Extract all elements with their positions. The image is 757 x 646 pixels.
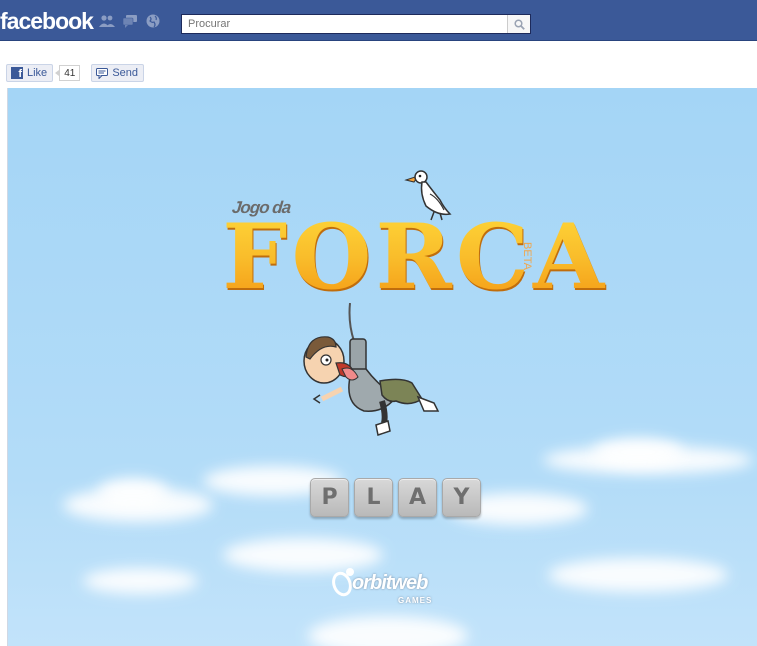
game-title: FORCA: [222, 204, 609, 310]
facebook-f-icon: f: [11, 67, 23, 80]
play-tile[interactable]: L: [354, 478, 393, 517]
send-label: Send: [112, 67, 139, 79]
like-count: 41: [59, 65, 81, 81]
send-button[interactable]: Send: [91, 64, 145, 82]
friend-requests-icon[interactable]: [99, 14, 115, 28]
play-tile[interactable]: P: [310, 478, 349, 517]
search-box: [181, 14, 531, 34]
search-icon: [513, 18, 525, 30]
studio-subtitle: GAMES: [398, 596, 433, 605]
orbitweb-games-logo[interactable]: orbitweb GAMES: [330, 566, 442, 610]
play-tile[interactable]: A: [398, 478, 437, 517]
studio-name: orbitweb: [352, 572, 428, 594]
cloud: [308, 616, 468, 646]
play-button[interactable]: P L A Y: [310, 478, 481, 517]
facebook-topbar: facebook: [0, 0, 757, 41]
search-button[interactable]: [507, 15, 530, 33]
notifications-globe-icon[interactable]: [145, 14, 161, 28]
facebook-logo[interactable]: facebook: [0, 8, 94, 35]
cloud: [83, 568, 198, 594]
search-input[interactable]: [182, 15, 514, 33]
hanging-character-illustration: [303, 303, 440, 436]
play-tile[interactable]: Y: [442, 478, 481, 517]
send-speech-icon: [96, 67, 109, 79]
count-arrow: [55, 70, 60, 76]
like-count-bubble: 41: [55, 65, 81, 81]
like-button[interactable]: f Like: [6, 64, 54, 82]
jewel-icons: [99, 14, 161, 28]
cloud: [593, 438, 683, 466]
like-label: Like: [27, 67, 48, 79]
cloud: [548, 558, 728, 592]
social-plugin-bar: f Like 41 Send: [6, 63, 145, 83]
cloud: [98, 478, 168, 506]
beta-label: BETA: [520, 242, 533, 270]
messages-icon[interactable]: [122, 14, 138, 28]
game-canvas[interactable]: Jogo da FORCA BETA P L A Y orbitweb GAME…: [7, 88, 757, 646]
